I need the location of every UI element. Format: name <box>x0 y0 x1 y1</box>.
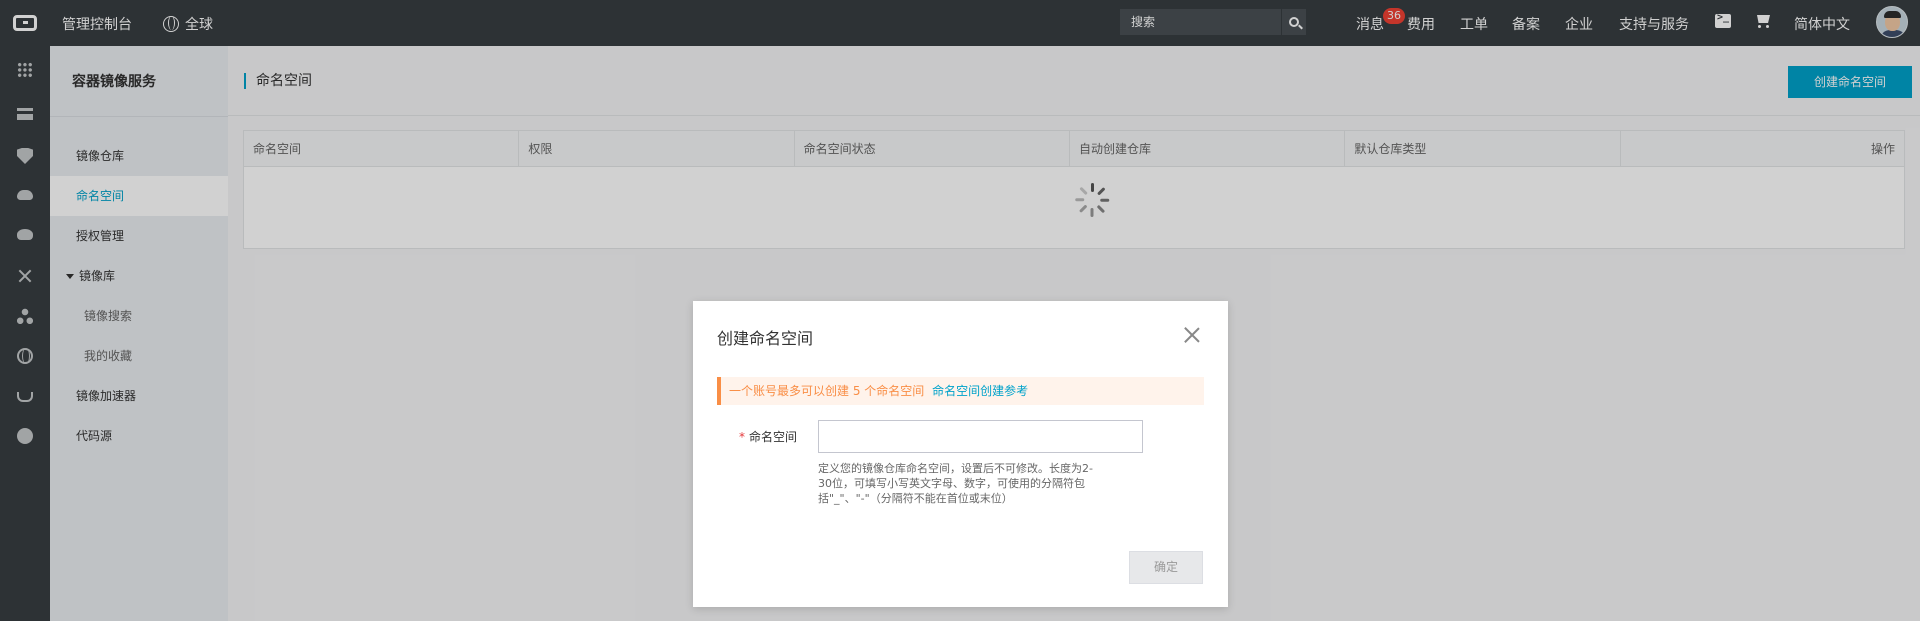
notice-text: 一个账号最多可以创建 5 个命名空间 <box>729 384 925 398</box>
limit-notice: 一个账号最多可以创建 5 个命名空间 命名空间创建参考 <box>717 377 1204 405</box>
dialog-title: 创建命名空间 <box>717 329 814 348</box>
namespace-field-label: * 命名空间 <box>739 428 797 445</box>
confirm-button[interactable]: 确定 <box>1129 551 1203 584</box>
namespace-help-text: 定义您的镜像仓库命名空间，设置后不可修改。长度为2-30位，可填写小写英文字母、… <box>818 462 1093 505</box>
required-marker: * <box>739 430 745 444</box>
close-icon[interactable] <box>1184 327 1200 343</box>
namespace-label-text: 命名空间 <box>749 430 798 444</box>
create-namespace-dialog: 创建命名空间 一个账号最多可以创建 5 个命名空间 命名空间创建参考 * 命名空间… <box>693 301 1228 607</box>
namespace-input[interactable] <box>818 420 1143 453</box>
notice-reference-link[interactable]: 命名空间创建参考 <box>932 384 1028 398</box>
